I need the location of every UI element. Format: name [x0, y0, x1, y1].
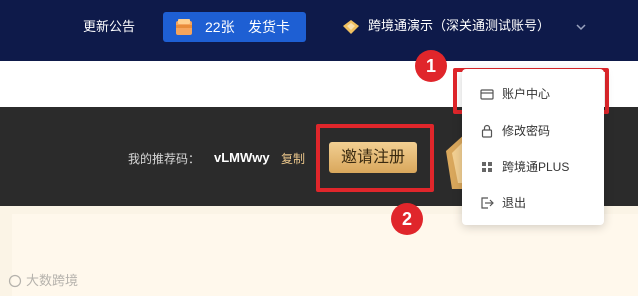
account-name[interactable]: 跨境通演示（深关通测试账号） — [368, 17, 550, 35]
menu-item-label: 账户中心 — [502, 87, 551, 101]
step-badge-1: 1 — [415, 50, 447, 82]
copy-link[interactable]: 复制 — [281, 151, 305, 167]
logout-icon — [481, 197, 494, 209]
step-badge-2: 2 — [391, 203, 423, 235]
chevron-down-icon[interactable] — [574, 20, 588, 34]
account-dropdown-menu: 账户中心 修改密码 跨境通PLUS 退出 — [462, 69, 604, 225]
card-action-label: 发货卡 — [248, 19, 290, 35]
card-bag-icon — [176, 19, 192, 35]
diamond-badge-icon — [343, 20, 359, 34]
notice-link[interactable]: 更新公告 — [83, 18, 135, 36]
lock-icon — [481, 124, 493, 138]
watermark-text: 大数跨境 — [26, 273, 79, 288]
menu-item-logout[interactable]: 退出 — [462, 190, 604, 216]
menu-item-plus[interactable]: 跨境通PLUS — [462, 154, 604, 180]
referral-code: vLMWwy — [214, 150, 270, 165]
menu-item-label: 退出 — [502, 196, 527, 210]
highlight-box-invite — [316, 124, 434, 192]
menu-item-change-password[interactable]: 修改密码 — [462, 118, 604, 144]
card-count: 22张 — [205, 19, 235, 35]
menu-item-label: 修改密码 — [502, 124, 551, 138]
watermark-logo-icon — [8, 274, 22, 288]
referral-label: 我的推荐码： — [128, 152, 201, 166]
shipping-card-button[interactable]: 22张 发货卡 — [163, 12, 306, 42]
card-icon — [480, 89, 494, 100]
menu-item-label: 跨境通PLUS — [502, 160, 570, 174]
grid-icon — [482, 162, 492, 172]
menu-item-account-center[interactable]: 账户中心 — [462, 81, 604, 107]
content-panel — [12, 214, 638, 296]
